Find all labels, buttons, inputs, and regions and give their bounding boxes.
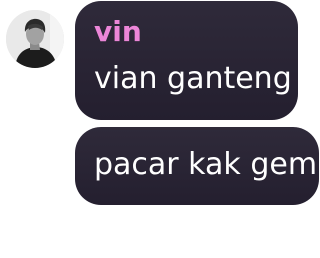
message-text: vian ganteng (94, 61, 292, 96)
chat-thread: vin vian ganteng pacar kak gem (0, 0, 320, 258)
message-bubble[interactable]: pacar kak gem (75, 127, 319, 205)
message-bubble[interactable]: vin vian ganteng (75, 1, 298, 120)
profile-photo-icon (6, 10, 64, 68)
message-text: pacar kak gem (94, 147, 318, 182)
sender-username[interactable]: vin (94, 15, 142, 49)
avatar[interactable] (6, 10, 64, 68)
